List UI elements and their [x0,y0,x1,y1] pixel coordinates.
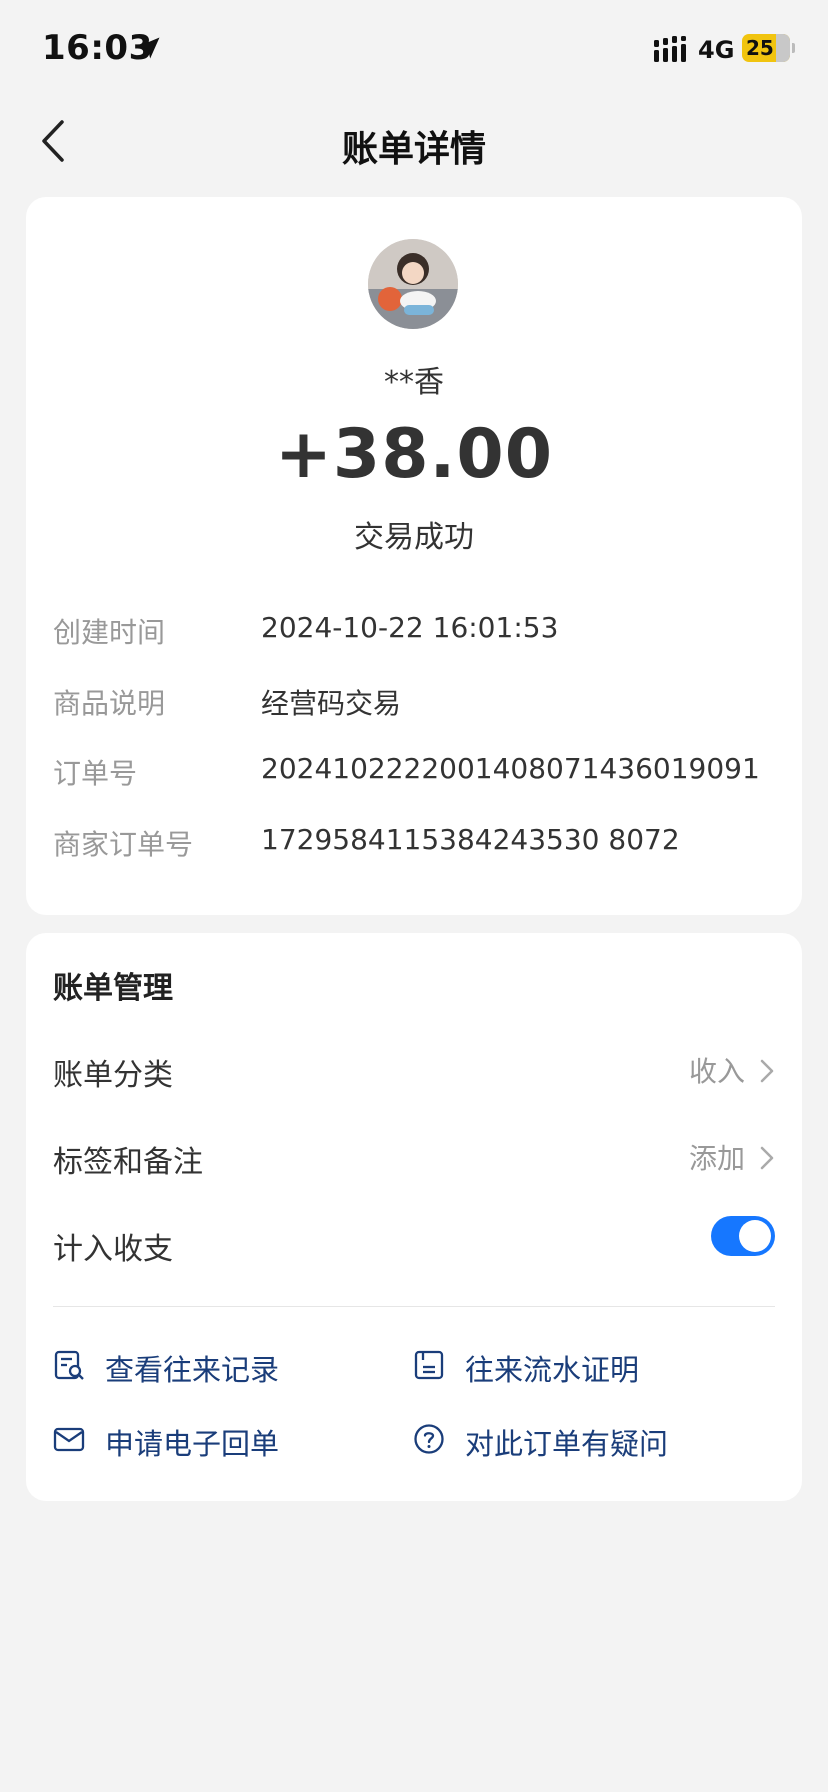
nav-bar: 账单详情 [0,100,828,184]
avatar-illustration-icon [368,239,458,329]
order-question-label: 对此订单有疑问 [465,1427,669,1461]
detail-label: 商家订单号 [53,828,194,861]
location-arrow-icon [138,37,160,59]
detail-value: 经营码交易 [261,687,402,720]
detail-row-description: 商品说明 经营码交易 [53,674,793,724]
tags-notes-label: 标签和备注 [53,1145,203,1180]
mail-icon [53,1427,85,1452]
network-label: 4G [698,36,735,64]
signal-icon [654,36,686,62]
detail-value[interactable]: 2024102222001408071436019091 [261,752,760,785]
chevron-right-icon [760,1059,774,1083]
payer-name: **香 [384,365,444,400]
detail-label: 创建时间 [53,616,166,649]
view-records-label: 查看往来记录 [105,1353,280,1387]
bill-category-value: 收入 [688,1055,745,1088]
record-search-icon [54,1350,84,1380]
battery-icon: 25 [742,34,790,62]
include-in-balance-row: 计入收支 [53,1212,775,1272]
electronic-receipt-label: 申请电子回单 [105,1427,280,1461]
detail-row-created-time: 创建时间 2024-10-22 16:01:53 [53,603,793,653]
question-circle-icon [414,1424,444,1454]
transaction-card: **香 +38.00 交易成功 创建时间 2024-10-22 16:01:53… [26,197,802,915]
transaction-proof-label: 往来流水证明 [465,1353,640,1387]
transaction-status: 交易成功 [354,520,474,555]
detail-row-order-number: 订单号 2024102222001408071436019091 [53,744,793,794]
tags-notes-value: 添加 [688,1142,745,1175]
battery-level: 25 [746,36,774,60]
bill-category-label: 账单分类 [53,1058,173,1093]
bill-management-card: 账单管理 账单分类 收入 标签和备注 添加 计入收支 查看往来记录 往来流水证明… [26,933,802,1501]
detail-value: 2024-10-22 16:01:53 [261,611,559,644]
section-title: 账单管理 [53,971,173,1006]
battery-cap [792,43,795,53]
chevron-right-icon [760,1146,774,1170]
transaction-amount: +38.00 [274,415,554,494]
bill-category-row[interactable]: 账单分类 收入 [53,1038,775,1098]
page-title: 账单详情 [341,129,486,170]
include-in-balance-toggle[interactable] [711,1216,775,1256]
detail-label: 商品说明 [53,687,166,720]
detail-row-merchant-order-number: 商家订单号 1729584115384243530 8072 [53,815,793,865]
status-bar: 16:03 4G 25 [0,0,828,100]
tags-notes-row[interactable]: 标签和备注 添加 [53,1125,775,1185]
toggle-knob [739,1220,771,1252]
detail-label: 订单号 [53,757,138,790]
detail-value[interactable]: 1729584115384243530 8072 [261,823,680,856]
divider [53,1306,775,1307]
avatar [368,239,458,329]
document-icon [414,1350,444,1380]
include-in-balance-label: 计入收支 [53,1232,173,1267]
